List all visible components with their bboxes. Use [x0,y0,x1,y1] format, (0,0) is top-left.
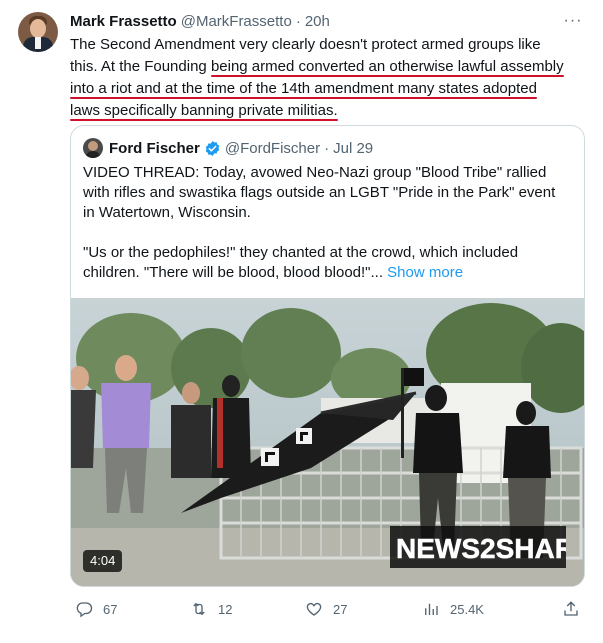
reply-icon [76,602,93,618]
quoted-text-line: in Watertown, Wisconsin. [83,204,251,221]
tweet-action-bar: 67 12 27 25.4K [0,596,603,622]
author-avatar[interactable] [18,12,58,52]
quoted-tweet-text: VIDEO THREAD: Today, avowed Neo-Nazi gro… [83,163,578,283]
quoted-author-name[interactable]: Ford Fischer [109,140,200,157]
tweet-header: Mark Frassetto @MarkFrassetto · 20h [70,11,330,31]
quoted-tweet-header: Ford Fischer @FordFischer · Jul 29 [109,137,373,159]
share-button[interactable] [562,596,580,622]
quoted-text-line: VIDEO THREAD: Today, avowed Neo-Nazi gro… [83,164,547,181]
heart-icon [306,602,322,616]
retweet-icon [193,602,205,616]
quoted-text-line: with rifles and swastika flags outside a… [83,184,556,201]
video-player[interactable]: 4:04 NEWS2SHARE [71,298,584,586]
underlined-text: being armed converted an otherwise lawfu… [210,58,564,75]
tweet[interactable]: Mark Frassetto @MarkFrassetto · 20h ··· … [0,0,603,643]
tweet-text-line: into a riot and at the time of the 14th … [70,78,590,100]
verified-badge-icon [205,140,220,156]
video-duration-badge: 4:04 [83,550,123,572]
underlined-text: into a riot and at the time of the 14th … [70,80,537,97]
retweet-count: 12 [218,601,233,617]
tweet-timestamp[interactable]: 20h [305,13,330,30]
separator-dot: · [324,139,330,157]
tweet-text-line: this. At the Founding being armed conver… [70,56,590,78]
tweet-text-line: The Second Amendment very clearly doesn'… [70,36,541,53]
underlined-text: laws specifically banning private militi… [70,102,338,119]
retweet-button[interactable]: 12 [190,596,232,622]
like-count: 27 [333,601,348,617]
author-name[interactable]: Mark Frassetto [70,13,177,30]
watermark-text: NEWS2SHARE [396,533,566,564]
quoted-text-line: "Us or the pedophiles!" they chanted at … [83,244,519,261]
quoted-tweet[interactable]: Ford Fischer @FordFischer · Jul 29 VIDEO… [70,125,585,587]
analytics-icon [425,603,438,615]
tweet-text-line: laws specifically banning private militi… [70,100,590,122]
reply-count: 67 [103,601,118,617]
quoted-text-line: children. "There will be blood, blood bl… [83,263,578,283]
separator-dot: · [295,12,301,30]
show-more-link[interactable]: Show more [387,264,463,281]
news2share-watermark-logo: NEWS2SHARE [390,526,584,568]
tweet-text-segment: this. At the Founding [70,58,211,75]
quoted-author-handle[interactable]: @FordFischer [225,140,320,157]
quoted-tweet-date[interactable]: Jul 29 [333,140,373,157]
share-icon [564,601,578,616]
reply-button[interactable]: 67 [75,596,117,622]
quoted-author-avatar[interactable] [83,138,103,158]
views-button[interactable]: 25.4K [422,596,484,622]
author-handle[interactable]: @MarkFrassetto [181,13,292,30]
quoted-text-segment: children. "There will be blood, blood bl… [83,264,388,281]
tweet-text: The Second Amendment very clearly doesn'… [70,34,590,122]
view-count: 25.4K [450,601,484,617]
more-options-icon[interactable]: ··· [561,10,585,32]
like-button[interactable]: 27 [305,596,347,622]
